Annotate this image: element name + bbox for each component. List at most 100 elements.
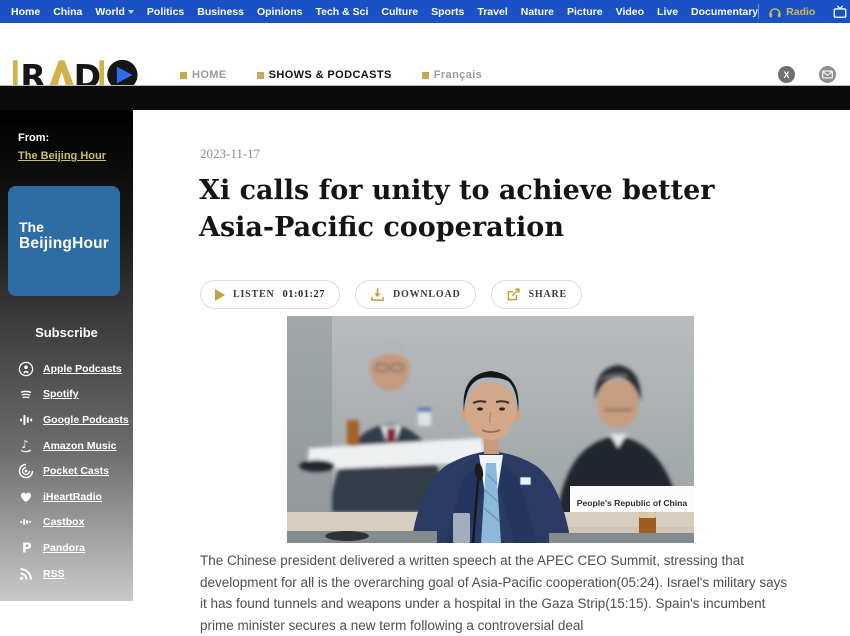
tv-icon [833,5,847,19]
spotify-icon [18,386,34,402]
topnav-label: Live [657,6,678,18]
topnav-label: Business [197,6,244,18]
download-label: DOWNLOAD [393,289,461,300]
placard-text: People's Republic of China [577,498,688,508]
x-twitter-button[interactable]: X [778,66,795,83]
subscribe-item-label: Pocket Casts [43,465,109,477]
chevron-down-icon [128,10,134,14]
header-nav-shows-podcasts[interactable]: SHOWS & PODCASTS [257,69,392,81]
header-nav-home[interactable]: HOME [180,69,227,81]
topnav-item-video[interactable]: Video [616,6,644,18]
topnav-label: China [53,6,82,18]
topnav-label: Picture [567,6,603,18]
topnav-item-china[interactable]: China [53,6,82,18]
subscribe-item-label: Spotify [43,388,79,400]
subscribe-item-spotify[interactable]: Spotify [18,382,129,408]
tv-link[interactable]: TV [824,0,850,23]
subscribe-item-pocket-casts[interactable]: Pocket Casts [18,458,129,484]
subscribe-item-rss[interactable]: RSS [18,561,129,587]
header-nav-shows-label: SHOWS & PODCASTS [269,69,392,81]
top-nav: Home China World Politics Business Opini… [0,6,758,18]
subscribe-item-castbox[interactable]: Castbox [18,510,129,536]
topnav-item-live[interactable]: Live [657,6,678,18]
site-header: R D HOME SHOWS & PODCASTS Français [0,23,850,85]
topnav-item-culture[interactable]: Culture [381,6,418,18]
topnav-item-documentary[interactable]: Documentary [691,6,758,18]
play-icon [215,289,225,301]
subscribe-item-label: Castbox [43,516,84,528]
amazon-music-icon: ♪ [18,438,34,454]
download-icon [370,287,385,302]
show-link-beijing-hour[interactable]: The Beijing Hour [18,150,106,162]
topnav-label: Documentary [691,6,758,18]
main-content: 2023-11-17 Xi calls for unity to achieve… [133,110,850,601]
x-logo-icon: X [783,70,789,80]
topnav-label: Travel [477,6,507,18]
article-body: The Chinese president delivered a writte… [200,550,794,636]
listen-duration: 01:01:27 [283,289,326,300]
apple-podcasts-icon [18,361,34,377]
svg-text:P: P [22,541,32,556]
topnav-item-business[interactable]: Business [197,6,244,18]
subscribe-item-label: Pandora [43,542,85,554]
topnav-label: Culture [381,6,418,18]
header-nav: HOME SHOWS & PODCASTS Français [180,69,482,81]
subscribe-item-pandora[interactable]: P Pandora [18,535,129,561]
rss-icon [18,566,34,582]
header-nav-home-label: HOME [192,69,227,81]
bullet-icon [257,72,264,79]
share-button[interactable]: SHARE [491,280,582,309]
topnav-item-tech-sci[interactable]: Tech & Sci [315,6,368,18]
topnav-item-picture[interactable]: Picture [567,6,603,18]
header-nav-francais[interactable]: Français [422,69,482,81]
article-title: Xi calls for unity to achieve better Asi… [199,172,779,246]
topnav-label: Nature [521,6,554,18]
page: Home China World Politics Business Opini… [0,0,850,601]
subscribe-item-google-podcasts[interactable]: Google Podcasts [18,407,129,433]
email-button[interactable] [819,66,836,83]
subscribe-item-label: Apple Podcasts [43,363,122,375]
svg-text:♪: ♪ [22,438,29,451]
black-band [0,85,850,111]
mail-icon [822,69,833,80]
from-label: From: [18,132,49,144]
topnav-item-nature[interactable]: Nature [521,6,554,18]
topnav-label: Opinions [257,6,303,18]
share-label: SHARE [529,289,567,300]
bullet-icon [180,72,187,79]
subscribe-item-label: iHeartRadio [43,491,102,503]
topnav-label: Tech & Sci [315,6,368,18]
action-buttons: LISTEN 01:01:27 DOWNLOAD SHARE [200,280,582,309]
listen-label: LISTEN [233,289,275,300]
topnav-item-home[interactable]: Home [11,6,40,18]
radio-link[interactable]: Radio [759,0,824,23]
apec-summit-photo: People's Republic of China [287,316,694,543]
subscribe-item-label: Google Podcasts [43,414,129,426]
topnav-label: Politics [147,6,184,18]
download-button[interactable]: DOWNLOAD [355,280,476,309]
share-icon [506,287,521,302]
header-nav-francais-label: Français [434,69,482,81]
topnav-item-politics[interactable]: Politics [147,6,184,18]
beijing-hour-logo-line1: The [19,220,120,235]
topnav-item-world[interactable]: World [95,6,134,18]
sidebar: From: The Beijing Hour The BeijingHour S… [0,110,133,601]
subscribe-item-label: Amazon Music [43,440,117,452]
subscribe-item-amazon-music[interactable]: ♪ Amazon Music [18,433,129,459]
headphones-icon [768,5,782,19]
topnav-item-opinions[interactable]: Opinions [257,6,303,18]
castbox-icon [18,514,34,530]
subscribe-item-iheartradio[interactable]: iHeartRadio [18,484,129,510]
subscribe-item-label: RSS [43,568,65,580]
topnav-label: World [95,6,125,18]
topnav-item-travel[interactable]: Travel [477,6,507,18]
listen-button[interactable]: LISTEN 01:01:27 [200,280,340,309]
bullet-icon [422,72,429,79]
pocket-casts-icon [18,463,34,479]
subscribe-item-apple-podcasts[interactable]: Apple Podcasts [18,356,129,382]
top-nav-bar: Home China World Politics Business Opini… [0,0,850,23]
beijing-hour-logo[interactable]: The BeijingHour [8,186,120,296]
topnav-item-sports[interactable]: Sports [431,6,464,18]
topnav-label: Video [616,6,644,18]
topnav-label: Sports [431,6,464,18]
